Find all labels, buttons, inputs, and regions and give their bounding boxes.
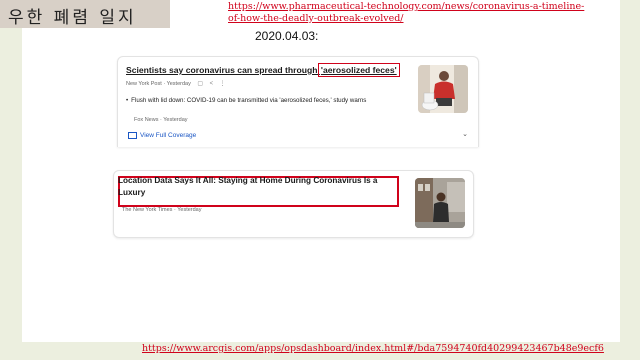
publisher-name-nyt: The New York Times	[122, 207, 173, 213]
bullet-icon: •	[126, 97, 129, 104]
date-label: 2020.04.03:	[255, 29, 319, 43]
bathroom-photo-icon	[418, 65, 468, 113]
related-meta: Fox News · Yesterday	[134, 117, 188, 123]
related-headline: Flush with lid down: COVID-19 can be tra…	[131, 97, 367, 104]
full-coverage-label: View Full Coverage	[140, 132, 197, 140]
bookmark-icon[interactable]: ▢	[197, 81, 203, 87]
more-options-icon[interactable]: ⋮	[220, 81, 226, 87]
dashboard-link[interactable]: https://www.arcgis.com/apps/opsdashboard…	[142, 343, 604, 354]
publish-time-nyt: Yesterday	[177, 207, 202, 213]
news-headline-location[interactable]: Location Data Says It All: Staying at Ho…	[118, 175, 392, 199]
headline-text: Scientists say coronavirus can spread th…	[126, 65, 320, 75]
news-thumbnail[interactable]	[418, 65, 468, 113]
news-card-location-data[interactable]: Location Data Says It All: Staying at Ho…	[113, 170, 474, 238]
share-icon[interactable]: <	[210, 81, 214, 87]
news-headline[interactable]: Scientists say coronavirus can spread th…	[126, 63, 400, 77]
related-time: Yesterday	[163, 117, 188, 123]
related-publisher: Fox News	[134, 117, 159, 123]
news-meta: New York Post · Yesterday ▢ < ⋮	[126, 81, 226, 87]
news-thumbnail-location[interactable]	[415, 178, 465, 228]
title-banner: 우한 폐렴 일지	[0, 0, 170, 28]
left-margin-band	[0, 0, 22, 360]
full-coverage-link[interactable]: View Full Coverage	[128, 132, 196, 139]
publisher-name: New York Post	[126, 81, 162, 87]
publish-time: Yesterday	[166, 81, 191, 87]
newspaper-icon	[128, 132, 137, 139]
source-link[interactable]: https://www.pharmaceutical-technology.co…	[228, 1, 588, 25]
chevron-down-icon[interactable]: ⌄	[462, 130, 468, 138]
highlighted-phrase: 'aerosolized feces'	[317, 63, 400, 77]
right-margin-band	[620, 0, 640, 360]
page-title: 우한 폐렴 일지	[8, 8, 137, 28]
news-meta-location: The New York Times · Yesterday	[122, 207, 202, 213]
street-photo-icon	[415, 178, 465, 228]
news-card-aerosol[interactable]: Scientists say coronavirus can spread th…	[117, 56, 479, 147]
related-story[interactable]: • Flush with lid down: COVID-19 can be tr…	[126, 97, 386, 106]
